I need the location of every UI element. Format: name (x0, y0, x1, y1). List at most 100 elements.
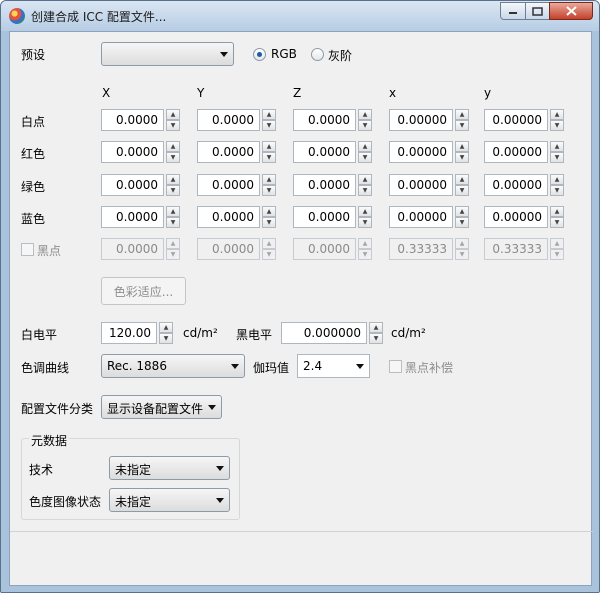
spinbox-value[interactable]: 0.0000 (197, 174, 260, 196)
spin-up-icon[interactable]: ▲ (455, 109, 469, 120)
spin-down-icon[interactable]: ▼ (369, 333, 383, 344)
spin-down-icon[interactable]: ▼ (358, 217, 372, 228)
gamma-value[interactable]: 2.4 (303, 359, 322, 373)
spinbox-value[interactable]: 0.00000 (484, 174, 548, 196)
spin-up-icon[interactable]: ▲ (166, 238, 180, 249)
blue-Z-spinbox[interactable]: 0.0000 ▲ ▼ (293, 206, 372, 228)
black-point-x-spinbox[interactable]: 0.33333 ▲ ▼ (389, 238, 469, 260)
minimize-button[interactable] (500, 2, 526, 20)
black-point-X-spinbox[interactable]: 0.0000 ▲ ▼ (101, 238, 180, 260)
spinbox-value[interactable]: 0.0000 (293, 174, 356, 196)
spin-down-icon[interactable]: ▼ (550, 185, 564, 196)
spin-up-icon[interactable]: ▲ (358, 206, 372, 217)
spin-up-icon[interactable]: ▲ (166, 206, 180, 217)
blue-Y-spinbox[interactable]: 0.0000 ▲ ▼ (197, 206, 276, 228)
spin-up-icon[interactable]: ▲ (262, 141, 276, 152)
technology-select[interactable]: 未指定 (109, 456, 230, 480)
spin-up-icon[interactable]: ▲ (358, 174, 372, 185)
blue-x-spinbox[interactable]: 0.00000 ▲ ▼ (389, 206, 469, 228)
white-level-spinbox[interactable]: 120.00 ▲ ▼ (101, 322, 173, 344)
green-Y-spinbox[interactable]: 0.0000 ▲ ▼ (197, 174, 276, 196)
white-point-X-spinbox[interactable]: 0.0000 ▲ ▼ (101, 109, 180, 131)
blue-y-spinbox[interactable]: 0.00000 ▲ ▼ (484, 206, 564, 228)
spin-down-icon[interactable]: ▼ (262, 185, 276, 196)
spinbox-value[interactable]: 0.00000 (389, 141, 453, 163)
red-y-spinbox[interactable]: 0.00000 ▲ ▼ (484, 141, 564, 163)
spinbox-value[interactable]: 0.0000 (101, 109, 164, 131)
spin-up-icon[interactable]: ▲ (550, 206, 564, 217)
spinbox-value[interactable]: 0.00000 (389, 206, 453, 228)
spin-up-icon[interactable]: ▲ (455, 238, 469, 249)
spin-down-icon[interactable]: ▼ (550, 217, 564, 228)
grayscale-radio[interactable] (311, 48, 324, 61)
tone-curve-select[interactable]: Rec. 1886 (101, 354, 245, 378)
spinbox-value[interactable]: 0.0000 (293, 109, 356, 131)
spin-up-icon[interactable]: ▲ (166, 141, 180, 152)
spinbox-value[interactable]: 0.0000 (293, 206, 356, 228)
spinbox-value[interactable]: 0.00000 (389, 174, 453, 196)
spinbox-value[interactable]: 0.0000 (293, 238, 356, 260)
spinbox-value[interactable]: 0.0000 (101, 206, 164, 228)
spin-down-icon[interactable]: ▼ (166, 249, 180, 260)
spinbox-value[interactable]: 0.00000 (484, 109, 548, 131)
chromatic-adaptation-button[interactable]: 色彩适应... (101, 277, 186, 305)
spin-up-icon[interactable]: ▲ (550, 238, 564, 249)
spin-down-icon[interactable]: ▼ (358, 249, 372, 260)
spin-down-icon[interactable]: ▼ (455, 217, 469, 228)
red-X-spinbox[interactable]: 0.0000 ▲ ▼ (101, 141, 180, 163)
spinbox-value[interactable]: 0.0000 (101, 174, 164, 196)
spinbox-value[interactable]: 0.0000 (101, 238, 164, 260)
white-point-x-spinbox[interactable]: 0.00000 ▲ ▼ (389, 109, 469, 131)
red-Z-spinbox[interactable]: 0.0000 ▲ ▼ (293, 141, 372, 163)
spin-down-icon[interactable]: ▼ (358, 185, 372, 196)
spinbox-value[interactable]: 0.0000 (293, 141, 356, 163)
black-point-y-spinbox[interactable]: 0.33333 ▲ ▼ (484, 238, 564, 260)
spinbox-value[interactable]: 0.0000 (101, 141, 164, 163)
spinbox-value[interactable]: 0.0000 (197, 206, 260, 228)
spin-up-icon[interactable]: ▲ (550, 109, 564, 120)
close-button[interactable] (549, 2, 593, 20)
gamma-combobox[interactable]: 2.4 (297, 354, 370, 378)
red-x-spinbox[interactable]: 0.00000 ▲ ▼ (389, 141, 469, 163)
spin-down-icon[interactable]: ▼ (262, 217, 276, 228)
spin-up-icon[interactable]: ▲ (550, 141, 564, 152)
spin-up-icon[interactable]: ▲ (166, 174, 180, 185)
spin-up-icon[interactable]: ▲ (262, 238, 276, 249)
spin-down-icon[interactable]: ▼ (455, 249, 469, 260)
black-compensation-checkbox[interactable] (389, 360, 402, 373)
spin-up-icon[interactable]: ▲ (262, 206, 276, 217)
spin-up-icon[interactable]: ▲ (262, 109, 276, 120)
black-point-Y-spinbox[interactable]: 0.0000 ▲ ▼ (197, 238, 276, 260)
spin-up-icon[interactable]: ▲ (358, 109, 372, 120)
red-Y-spinbox[interactable]: 0.0000 ▲ ▼ (197, 141, 276, 163)
spin-up-icon[interactable]: ▲ (455, 206, 469, 217)
white-point-Y-spinbox[interactable]: 0.0000 ▲ ▼ (197, 109, 276, 131)
spin-down-icon[interactable]: ▼ (550, 120, 564, 131)
spin-down-icon[interactable]: ▼ (166, 120, 180, 131)
spin-down-icon[interactable]: ▼ (455, 185, 469, 196)
spin-up-icon[interactable]: ▲ (455, 141, 469, 152)
spin-down-icon[interactable]: ▼ (262, 249, 276, 260)
spin-up-icon[interactable]: ▲ (262, 174, 276, 185)
blue-X-spinbox[interactable]: 0.0000 ▲ ▼ (101, 206, 180, 228)
colorimetric-select[interactable]: 未指定 (109, 488, 230, 512)
spin-down-icon[interactable]: ▼ (550, 152, 564, 163)
spin-down-icon[interactable]: ▼ (166, 185, 180, 196)
spinbox-value[interactable]: 0.00000 (389, 109, 453, 131)
green-X-spinbox[interactable]: 0.0000 ▲ ▼ (101, 174, 180, 196)
black-point-Z-spinbox[interactable]: 0.0000 ▲ ▼ (293, 238, 372, 260)
preset-select[interactable] (101, 42, 234, 66)
spin-up-icon[interactable]: ▲ (358, 141, 372, 152)
spin-up-icon[interactable]: ▲ (369, 322, 383, 333)
spinbox-value[interactable]: 0.33333 (484, 238, 548, 260)
green-y-spinbox[interactable]: 0.00000 ▲ ▼ (484, 174, 564, 196)
spinbox-value[interactable]: 0.000000 (281, 322, 367, 344)
black-level-spinbox[interactable]: 0.000000 ▲ ▼ (281, 322, 383, 344)
spinbox-value[interactable]: 0.0000 (197, 141, 260, 163)
spin-up-icon[interactable]: ▲ (455, 174, 469, 185)
spin-down-icon[interactable]: ▼ (455, 152, 469, 163)
spin-up-icon[interactable]: ▲ (358, 238, 372, 249)
spin-down-icon[interactable]: ▼ (358, 120, 372, 131)
white-point-Z-spinbox[interactable]: 0.0000 ▲ ▼ (293, 109, 372, 131)
maximize-button[interactable] (525, 2, 550, 20)
